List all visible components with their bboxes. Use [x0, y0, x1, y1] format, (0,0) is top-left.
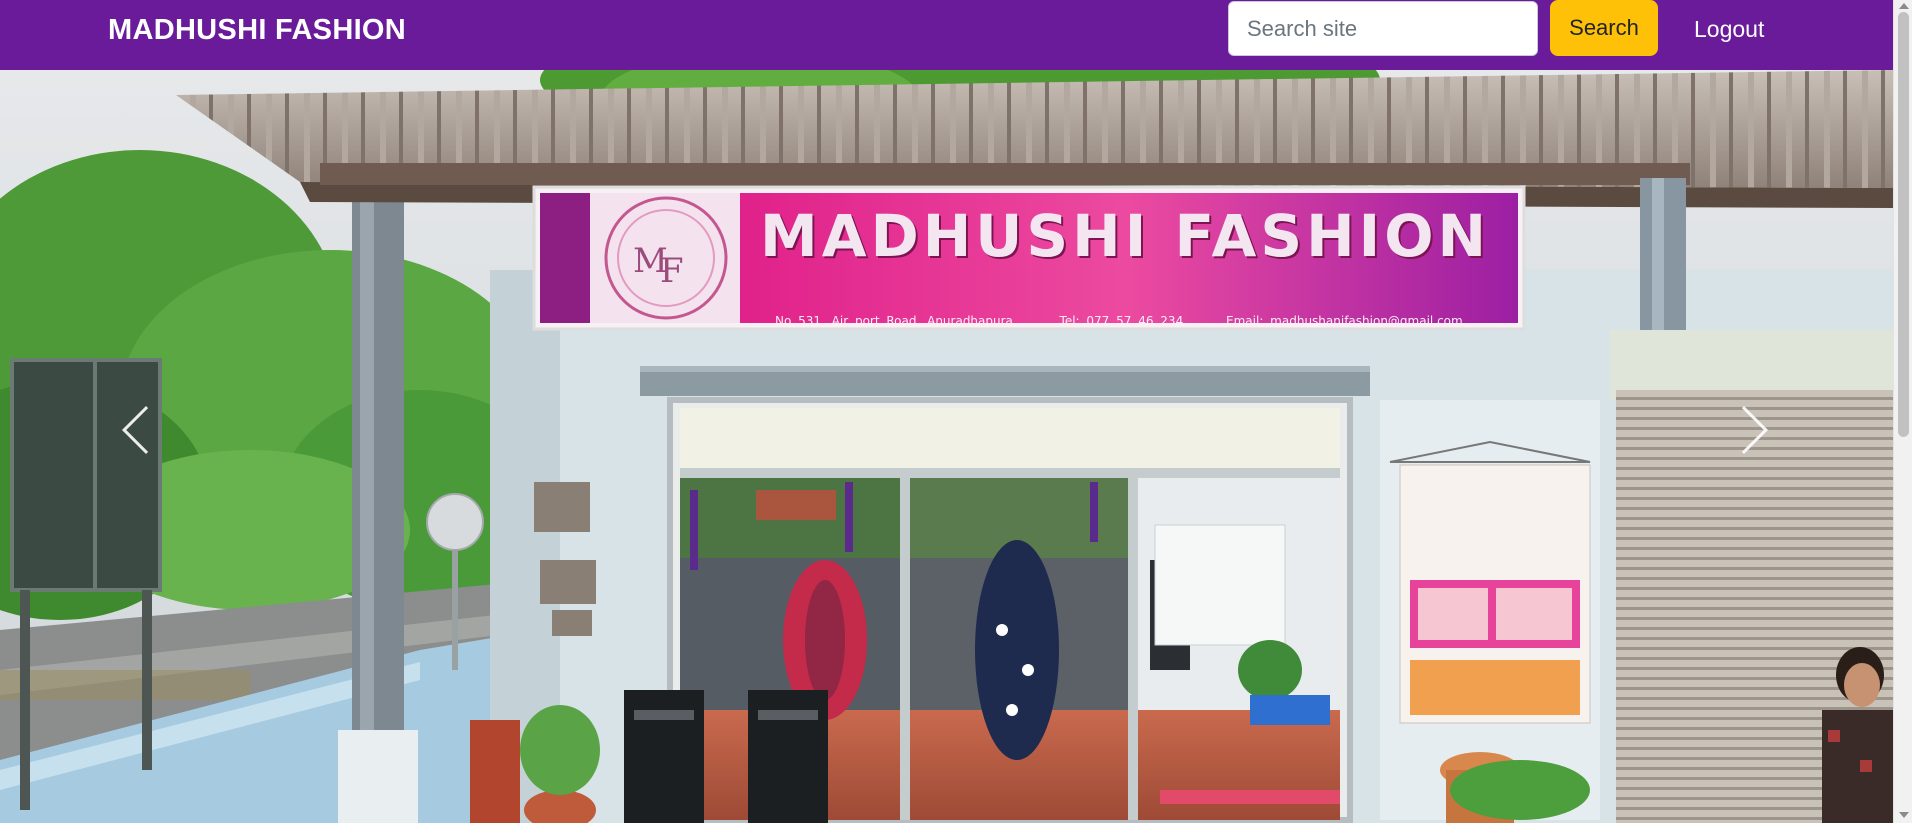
- sign-email: Email: madhushanifashion@gmail.com: [1226, 314, 1463, 328]
- search-input[interactable]: [1228, 1, 1538, 56]
- storefront-photo: M F: [0, 70, 1893, 823]
- hero-carousel: M F MADHUSHI FASHION No 531, Air port Ro…: [0, 70, 1893, 823]
- search-button[interactable]: Search: [1550, 0, 1658, 56]
- sign-title: MADHUSHI FASHION: [760, 202, 1491, 270]
- carousel-prev-button[interactable]: [104, 370, 174, 490]
- svg-text:F: F: [660, 251, 684, 291]
- scroll-thumb[interactable]: [1898, 12, 1909, 437]
- brand-link[interactable]: MADHUSHI FASHION: [108, 14, 406, 47]
- page-scrollbar[interactable]: [1893, 0, 1912, 823]
- sign-address: No 531, Air port Road, Anuradhapura.: [775, 314, 1017, 328]
- carousel-next-button[interactable]: [1716, 370, 1786, 490]
- sign-info: No 531, Air port Road, Anuradhapura. Tel…: [775, 314, 1499, 328]
- scroll-up-arrow-icon[interactable]: [1899, 3, 1909, 9]
- chevron-right-icon: [1719, 405, 1769, 455]
- scroll-down-arrow-icon[interactable]: [1899, 812, 1909, 818]
- chevron-left-icon: [121, 405, 171, 455]
- top-navbar: MADHUSHI FASHION Search Logout: [0, 0, 1893, 70]
- logout-link[interactable]: Logout: [1694, 16, 1764, 43]
- sign-phone: Tel: 077 57 46 234: [1059, 314, 1184, 328]
